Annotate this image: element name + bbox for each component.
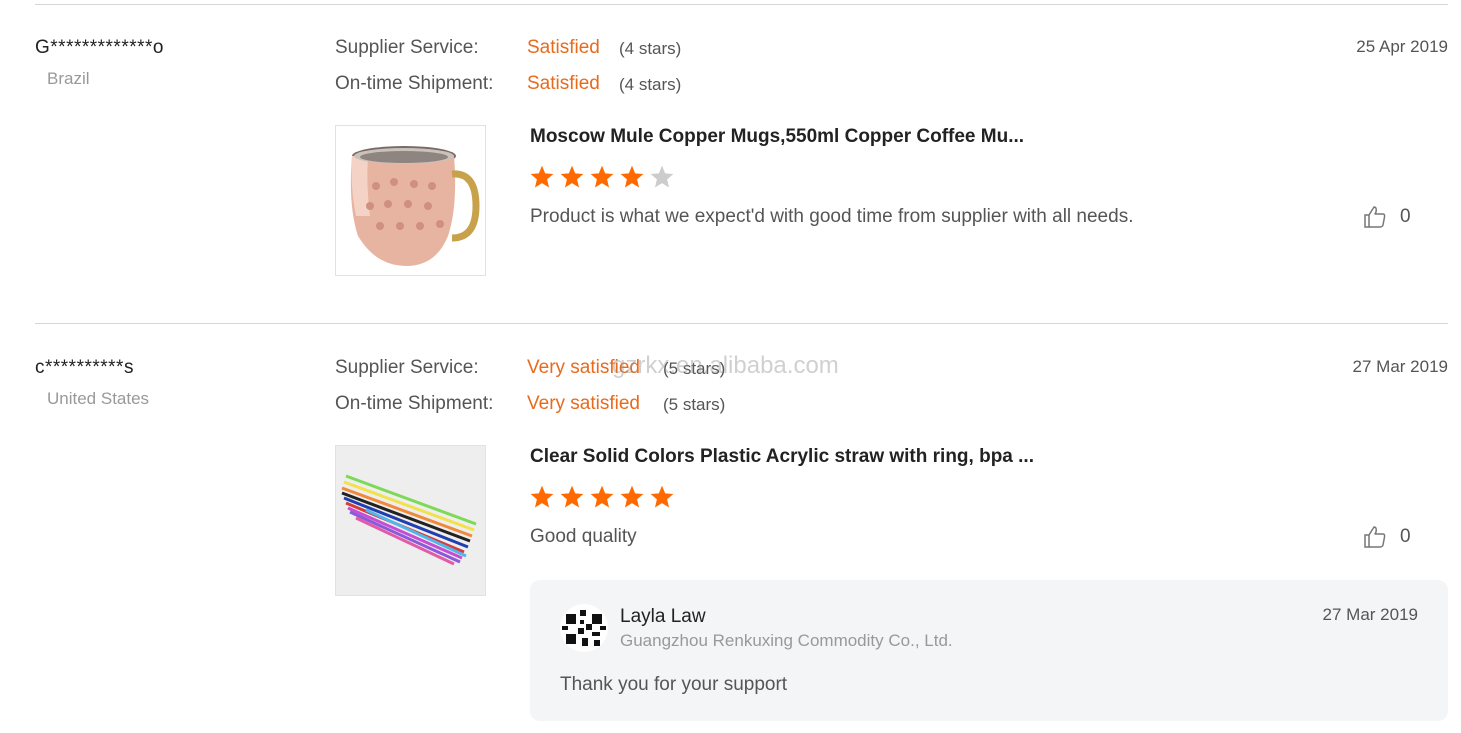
star-filled-icon	[620, 165, 644, 188]
product-title-link[interactable]: Clear Solid Colors Plastic Acrylic straw…	[530, 446, 1034, 468]
star-filled-icon	[560, 165, 584, 188]
watermark-text: gzrkx.en.alibaba.com	[612, 352, 839, 379]
product-rating-stars	[529, 164, 675, 190]
review-date: 25 Apr 2019	[1356, 37, 1448, 56]
review-divider	[35, 323, 1448, 324]
supplier-service-value: Satisfied	[527, 37, 600, 58]
shipment-stars: (4 stars)	[619, 75, 682, 94]
review-date: 27 Mar 2019	[1352, 357, 1448, 376]
like-count: 0	[1400, 526, 1411, 547]
star-filled-icon	[620, 485, 644, 508]
supplier-service-value: Very satisfied	[527, 357, 640, 378]
thumbs-up-icon	[1364, 206, 1386, 228]
star-filled-icon	[530, 165, 554, 188]
product-thumbnail[interactable]	[335, 125, 486, 276]
shipment-label: On-time Shipment:	[335, 73, 494, 94]
top-divider	[35, 4, 1448, 5]
supplier-reply: Layla Law Guangzhou Renkuxing Commodity …	[530, 580, 1448, 721]
supplier-service-label: Supplier Service:	[335, 37, 479, 58]
star-filled-icon	[650, 485, 674, 508]
colored-straws-image	[336, 446, 485, 595]
buyer-country: Brazil	[47, 69, 90, 88]
star-filled-icon	[590, 165, 614, 188]
shipment-label: On-time Shipment:	[335, 393, 494, 414]
buyer-name: G*************o	[35, 37, 164, 58]
buyer-country: United States	[47, 389, 150, 408]
review-comment: Good quality	[530, 526, 637, 547]
reply-text: Thank you for your support	[560, 674, 788, 695]
reply-author-name: Layla Law	[620, 606, 706, 627]
like-button[interactable]: 0	[1362, 524, 1411, 550]
shipment-value: Satisfied	[527, 73, 600, 94]
star-filled-icon	[590, 485, 614, 508]
review-comment: Product is what we expect'd with good ti…	[530, 206, 1134, 227]
product-rating-stars	[529, 484, 675, 510]
like-count: 0	[1400, 206, 1411, 227]
supplier-service-label: Supplier Service:	[335, 357, 479, 378]
product-title-link[interactable]: Moscow Mule Copper Mugs,550ml Copper Cof…	[530, 126, 1024, 148]
star-filled-icon	[560, 485, 584, 508]
supplier-avatar	[560, 604, 608, 652]
reply-date: 27 Mar 2019	[1322, 605, 1418, 624]
qr-avatar-icon	[560, 604, 608, 652]
star-empty-icon	[650, 165, 674, 188]
buyer-name: c**********s	[35, 357, 134, 378]
shipment-stars: (5 stars)	[663, 395, 726, 414]
copper-mug-image	[336, 126, 485, 275]
shipment-value: Very satisfied	[527, 393, 640, 414]
supplier-service-stars: (4 stars)	[619, 39, 682, 58]
thumbs-up-icon	[1364, 526, 1386, 548]
reply-company-name: Guangzhou Renkuxing Commodity Co., Ltd.	[620, 631, 953, 650]
supplier-service-stars: (5 stars)	[663, 359, 726, 378]
product-thumbnail[interactable]	[335, 445, 486, 596]
star-filled-icon	[530, 485, 554, 508]
like-button[interactable]: 0	[1362, 204, 1411, 230]
